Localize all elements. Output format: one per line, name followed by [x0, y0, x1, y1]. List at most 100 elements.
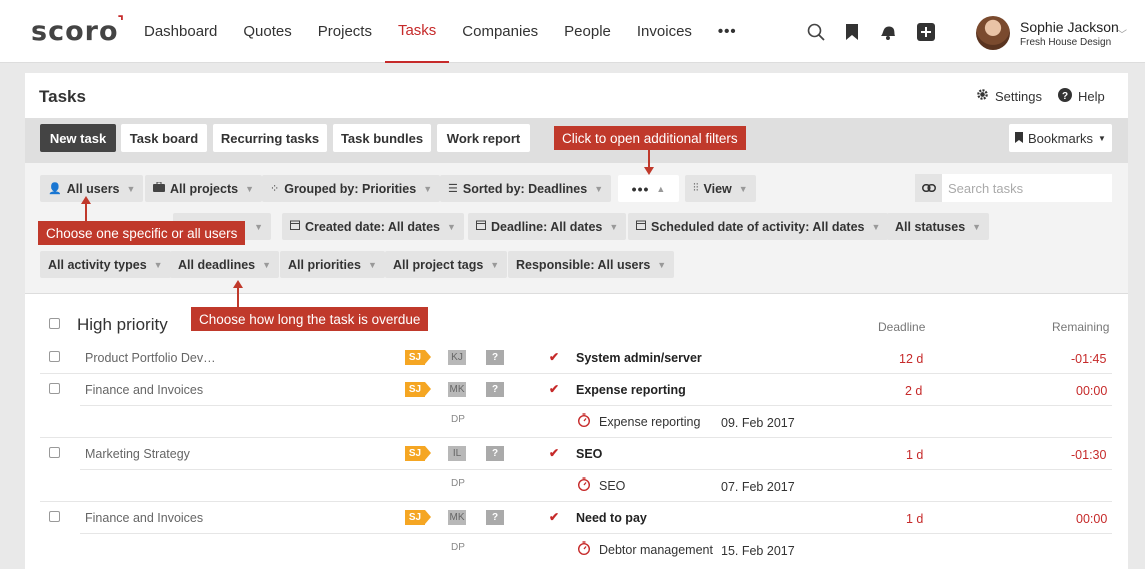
help-link[interactable]: ? Help: [1058, 88, 1105, 105]
nav-quotes[interactable]: Quotes: [230, 0, 304, 63]
task-project[interactable]: Marketing Strategy: [85, 447, 190, 461]
scheduled-date-filter[interactable]: Scheduled date of activity: All dates ▼: [628, 213, 889, 240]
task-name[interactable]: Expense reporting: [576, 383, 686, 397]
caret-down-icon: ▼: [609, 221, 619, 232]
caret-down-icon: ▼: [657, 259, 667, 270]
checkmark-icon: ✔: [549, 382, 560, 396]
search-input[interactable]: [942, 174, 1112, 202]
task-bundles-button[interactable]: Task bundles: [333, 124, 431, 152]
stopwatch-icon: [578, 477, 590, 491]
activity-date: 07. Feb 2017: [721, 480, 795, 494]
caret-down-icon: ▼: [972, 221, 982, 232]
avatar: [976, 16, 1010, 50]
task-project[interactable]: Finance and Invoices: [85, 383, 203, 397]
sorted-by-filter[interactable]: ☰ Sorted by: Deadlines ▼: [440, 175, 612, 202]
activity-types-filter[interactable]: All activity types ▼: [40, 251, 171, 278]
nav-dashboard[interactable]: Dashboard: [131, 0, 230, 63]
task-name[interactable]: System admin/server: [576, 351, 702, 365]
row-checkbox[interactable]: [49, 447, 60, 458]
activity-name[interactable]: Expense reporting: [599, 415, 700, 429]
checkmark-icon: ✔: [549, 510, 560, 524]
caret-down-icon: ▼: [126, 183, 136, 194]
priorities-filter[interactable]: All priorities ▼: [280, 251, 385, 278]
nav-more-button[interactable]: •••: [705, 0, 750, 63]
activity-name[interactable]: Debtor management: [599, 543, 713, 557]
grouped-by-filter[interactable]: ⁘ Grouped by: Priorities ▼: [262, 175, 441, 202]
view-button[interactable]: ⫶⫶ View ▼: [685, 175, 756, 202]
task-remaining: 00:00: [1076, 512, 1108, 526]
user-menu[interactable]: Sophie Jackson Fresh House Design ﹀: [976, 16, 1141, 52]
task-name[interactable]: Need to pay: [576, 511, 647, 525]
task-board-button[interactable]: Task board: [121, 124, 207, 152]
nav-companies[interactable]: Companies: [449, 0, 551, 63]
status-badge: ?: [486, 446, 504, 461]
row-checkbox[interactable]: [49, 511, 60, 522]
priorities-label: All priorities: [288, 257, 361, 272]
user-company: Fresh House Design: [1020, 37, 1112, 48]
nav-people[interactable]: People: [551, 0, 624, 63]
nav-tasks[interactable]: Tasks: [384, 0, 450, 63]
select-all-checkbox[interactable]: [49, 318, 60, 329]
statuses-label: All statuses: [895, 219, 966, 234]
col-deadline: Deadline: [878, 320, 926, 334]
tasks-panel: Tasks Settings ? Help New task Task boar…: [25, 73, 1128, 569]
project-tags-filter[interactable]: All project tags ▼: [385, 251, 508, 278]
task-project[interactable]: Product Portfolio Dev…: [85, 351, 216, 365]
statuses-filter[interactable]: All statuses ▼: [887, 213, 990, 240]
nav-invoices[interactable]: Invoices: [624, 0, 705, 63]
search-icon[interactable]: [806, 22, 826, 42]
assignee-badge: SJ: [405, 446, 431, 461]
task-remaining: -01:45: [1071, 352, 1107, 366]
scoro-logo[interactable]: scoro⌝: [31, 14, 126, 47]
task-deadline: 2 d: [905, 384, 923, 398]
responsible-filter[interactable]: Responsible: All users ▼: [508, 251, 675, 278]
all-users-filter[interactable]: 👤 All users ▼: [40, 175, 144, 202]
row-divider: [80, 405, 1112, 406]
deadlines-filter[interactable]: All deadlines ▼: [170, 251, 280, 278]
group-title: High priority: [77, 315, 168, 334]
assignee-badge: SJ: [405, 510, 431, 525]
nav-projects[interactable]: Projects: [305, 0, 385, 63]
bookmarks-button[interactable]: Bookmarks ▼: [1009, 124, 1112, 152]
bookmark-icon: [1015, 131, 1024, 146]
stopwatch-icon: [578, 413, 590, 427]
created-date-filter[interactable]: Created date: All dates ▼: [282, 213, 464, 240]
activity-name[interactable]: SEO: [599, 479, 625, 493]
checkmark-icon: ✔: [549, 350, 560, 364]
briefcase-icon: [153, 181, 165, 195]
stopwatch-icon: [578, 541, 590, 555]
activity-types-label: All activity types: [48, 257, 147, 272]
callout-users: Choose one specific or all users: [38, 221, 246, 245]
bookmark-icon[interactable]: [842, 22, 862, 42]
task-project[interactable]: Finance and Invoices: [85, 511, 203, 525]
deadline-filter[interactable]: Deadline: All dates ▼: [468, 213, 627, 240]
row-divider: [40, 437, 1112, 438]
caret-down-icon: ▼: [423, 183, 433, 194]
add-icon[interactable]: [916, 22, 936, 42]
deadlines-label: All deadlines: [178, 257, 256, 272]
new-task-button[interactable]: New task: [40, 124, 116, 152]
user-icon: 👤: [48, 183, 62, 195]
row-checkbox[interactable]: [49, 351, 60, 362]
responsible-label: Responsible: All users: [516, 257, 651, 272]
owner-badge: KJ: [448, 350, 466, 365]
col-remaining: Remaining: [1052, 320, 1110, 334]
work-report-button[interactable]: Work report: [437, 124, 530, 152]
assignee-badge: SJ: [405, 382, 431, 397]
settings-label: Settings: [995, 88, 1042, 104]
row-checkbox[interactable]: [49, 383, 60, 394]
settings-link[interactable]: Settings: [976, 88, 1042, 104]
checkmark-icon: ✔: [549, 446, 560, 460]
user-name: Sophie Jackson: [1020, 19, 1119, 35]
caret-down-icon: ▼: [871, 221, 881, 232]
status-badge: ?: [486, 350, 504, 365]
link-icon[interactable]: [915, 174, 942, 202]
help-icon: ?: [1058, 88, 1072, 105]
all-projects-filter[interactable]: All projects ▼: [145, 175, 262, 202]
caret-down-icon: ▼: [1098, 133, 1106, 143]
more-filters-button[interactable]: ••• ▲: [618, 175, 679, 202]
recurring-tasks-button[interactable]: Recurring tasks: [213, 124, 327, 152]
assignee-badge: SJ: [405, 350, 431, 365]
task-name[interactable]: SEO: [576, 447, 602, 461]
notifications-icon[interactable]: [878, 22, 898, 42]
